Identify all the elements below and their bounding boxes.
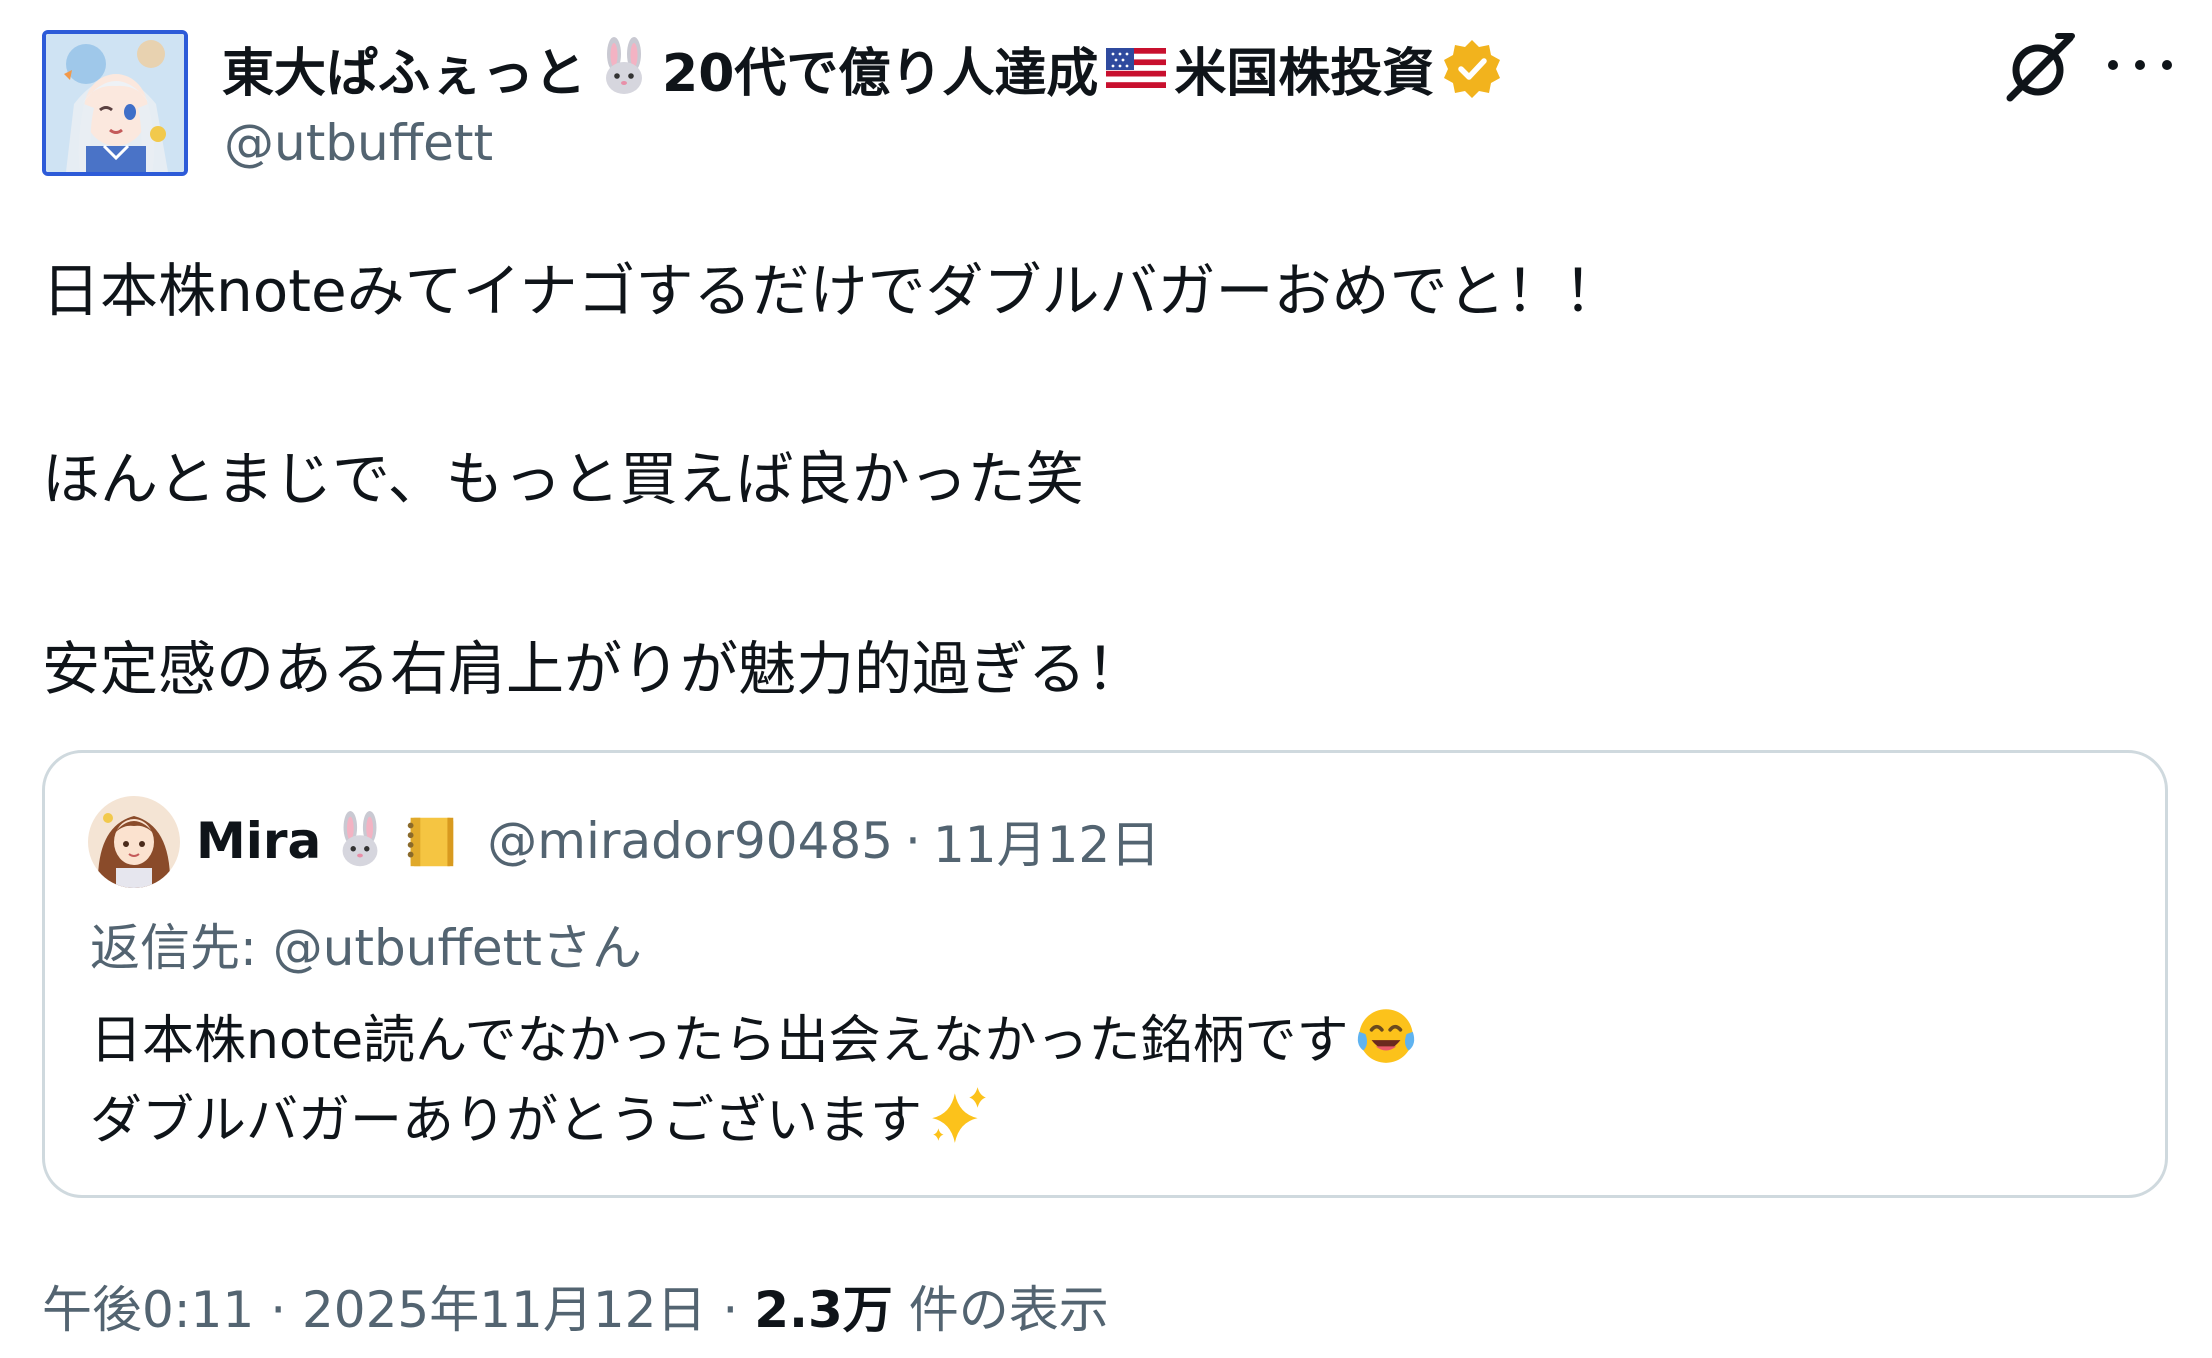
- author-avatar[interactable]: [42, 30, 188, 176]
- tweet-meta: 午後0:11 · 2025年11月12日 · 2.3万 件の表示: [42, 1270, 1109, 1342]
- author-name-part-2: 20代で億り人達成: [662, 43, 1099, 104]
- views-label: 件の表示: [908, 1281, 1109, 1339]
- author-display-name[interactable]: 東大ぱふぇっと 20代で億り人達成 米国株投資: [222, 32, 1504, 104]
- author-handle[interactable]: @utbuffett: [224, 114, 493, 172]
- notebook-emoji: [408, 817, 454, 867]
- quote-text-line: 日本株note読んでなかったら出会えなかった銘柄です: [90, 998, 1419, 1073]
- tears-of-joy-emoji: [1357, 1008, 1414, 1063]
- author-name-part-3: 米国株投資: [1174, 43, 1435, 104]
- us-flag-emoji: [1106, 48, 1167, 88]
- author-name-part-1: 東大ぱふぇっと: [222, 43, 587, 104]
- more-dot: [2108, 60, 2118, 70]
- grok-button[interactable]: [2000, 28, 2080, 108]
- tweet-text-line: 日本株noteみてイナゴするだけでダブルバガーおめでと！！: [42, 257, 1622, 325]
- separator-dot: ·: [905, 812, 921, 870]
- views-count: 2.3万: [754, 1281, 893, 1339]
- quote-author-avatar[interactable]: [88, 796, 180, 888]
- grok-icon: [2006, 33, 2075, 102]
- tweet-text-line: 安定感のある右肩上がりが魅力的過ぎる！: [42, 635, 1145, 703]
- separator-dot: ·: [722, 1281, 739, 1339]
- reply-to-label: 返信先: @utbuffettさん: [90, 919, 642, 977]
- quote-avatar-image: [88, 796, 180, 888]
- quote-author-name[interactable]: Mira: [196, 812, 321, 870]
- tweet-time[interactable]: 午後0:11: [42, 1281, 254, 1339]
- tweet-text-line: ほんとまじで、もっと買えば良かった笑: [42, 445, 1084, 513]
- rabbit-face-emoji: [342, 810, 378, 867]
- quote-text-line: ダブルバガーありがとうございます: [90, 1078, 992, 1153]
- more-dot: [2162, 60, 2172, 70]
- quote-text-content: ダブルバガーありがとうございます: [90, 1091, 923, 1151]
- quote-header: Mira @mirador90485 · 11月12日: [196, 806, 1160, 876]
- rabbit-face-emoji: [606, 37, 643, 94]
- tweet-date[interactable]: 2025年11月12日: [302, 1281, 707, 1339]
- anime-avatar-image: [46, 34, 184, 172]
- quote-text-content: 日本株note読んでなかったら出会えなかった銘柄です: [90, 1011, 1349, 1071]
- quote-author-handle[interactable]: @mirador90485: [487, 812, 893, 870]
- more-options-button[interactable]: [2108, 40, 2172, 90]
- quote-date[interactable]: 11月12日: [933, 805, 1160, 877]
- sparkles-emoji: [932, 1086, 986, 1143]
- separator-dot: ·: [270, 1281, 287, 1339]
- verified-badge-icon[interactable]: [1440, 36, 1504, 100]
- more-dot: [2135, 60, 2145, 70]
